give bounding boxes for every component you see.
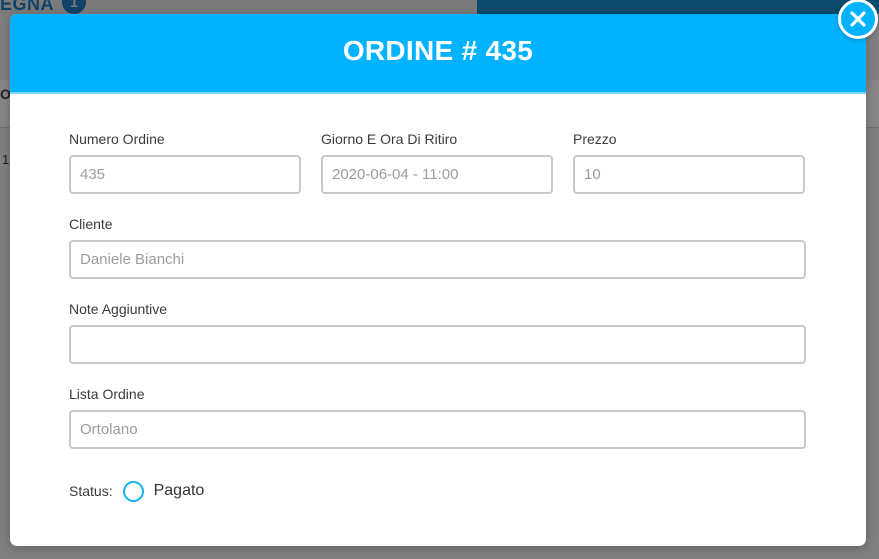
background-tab-title: EGNA [0,0,55,14]
pagato-radio[interactable] [122,480,144,502]
background-topbar [477,0,879,14]
status-label: Status: [69,483,113,499]
numero-ordine-input[interactable] [69,155,301,194]
order-modal: ORDINE # 435 Numero Ordine Giorno E Ora … [10,14,866,546]
status-row: Status: Pagato [69,480,204,502]
close-icon [850,11,866,27]
lista-ordine-label: Lista Ordine [69,386,145,402]
note-input[interactable] [69,325,806,364]
numero-ordine-label: Numero Ordine [69,131,165,147]
giorno-ora-label: Giorno E Ora Di Ritiro [321,131,458,147]
note-label: Note Aggiuntive [69,301,168,317]
prezzo-label: Prezzo [573,131,617,147]
cliente-input[interactable] [69,240,806,279]
prezzo-input[interactable] [573,155,805,194]
giorno-ora-input[interactable] [321,155,553,194]
cliente-label: Cliente [69,216,113,232]
pagato-label[interactable]: Pagato [154,482,205,500]
modal-header: ORDINE # 435 [10,14,866,94]
close-button[interactable] [838,0,878,39]
lista-ordine-input[interactable] [69,410,806,449]
modal-title: ORDINE # 435 [342,35,534,66]
background-cell: 1 [2,152,10,167]
